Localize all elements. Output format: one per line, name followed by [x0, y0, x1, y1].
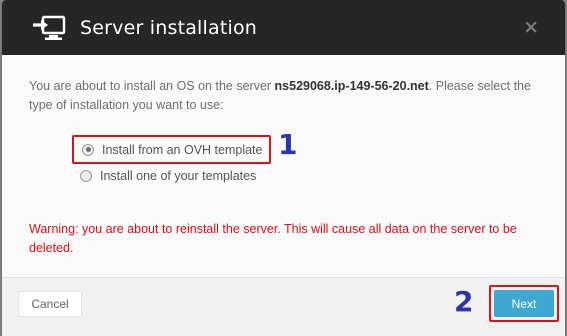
server-installation-dialog: Server installation × You are about to i… [2, 0, 565, 336]
callout-number-2: 2 [454, 285, 474, 318]
next-button[interactable]: Next [494, 290, 554, 317]
dialog-body: You are about to install an OS on the se… [2, 55, 565, 278]
callout-number-1: 1 [278, 128, 298, 161]
dialog-title: Server installation [80, 16, 258, 39]
server-name: ns529068.ip-149-56-20.net [274, 79, 429, 93]
server-install-icon [33, 15, 66, 40]
intro-text-start: You are about to install an OS on the se… [29, 79, 275, 93]
radio-personal-template[interactable] [80, 170, 92, 182]
dialog-footer: Cancel 2 Next [2, 278, 565, 336]
option-personal-template[interactable]: Install one of your templates [80, 164, 539, 188]
option-personal-template-label: Install one of your templates [100, 169, 257, 183]
warning-message: Warning: you are about to reinstall the … [29, 222, 517, 255]
cancel-button[interactable]: Cancel [18, 291, 82, 317]
next-button-highlight: Next [489, 285, 559, 322]
dialog-header: Server installation × [2, 0, 565, 55]
close-icon[interactable]: × [523, 17, 539, 37]
intro-text: You are about to install an OS on the se… [29, 77, 539, 115]
option-ovh-template-label: Install from an OVH template [102, 142, 263, 157]
option-ovh-template[interactable]: Install from an OVH template [72, 135, 271, 164]
radio-ovh-template[interactable] [82, 143, 94, 156]
